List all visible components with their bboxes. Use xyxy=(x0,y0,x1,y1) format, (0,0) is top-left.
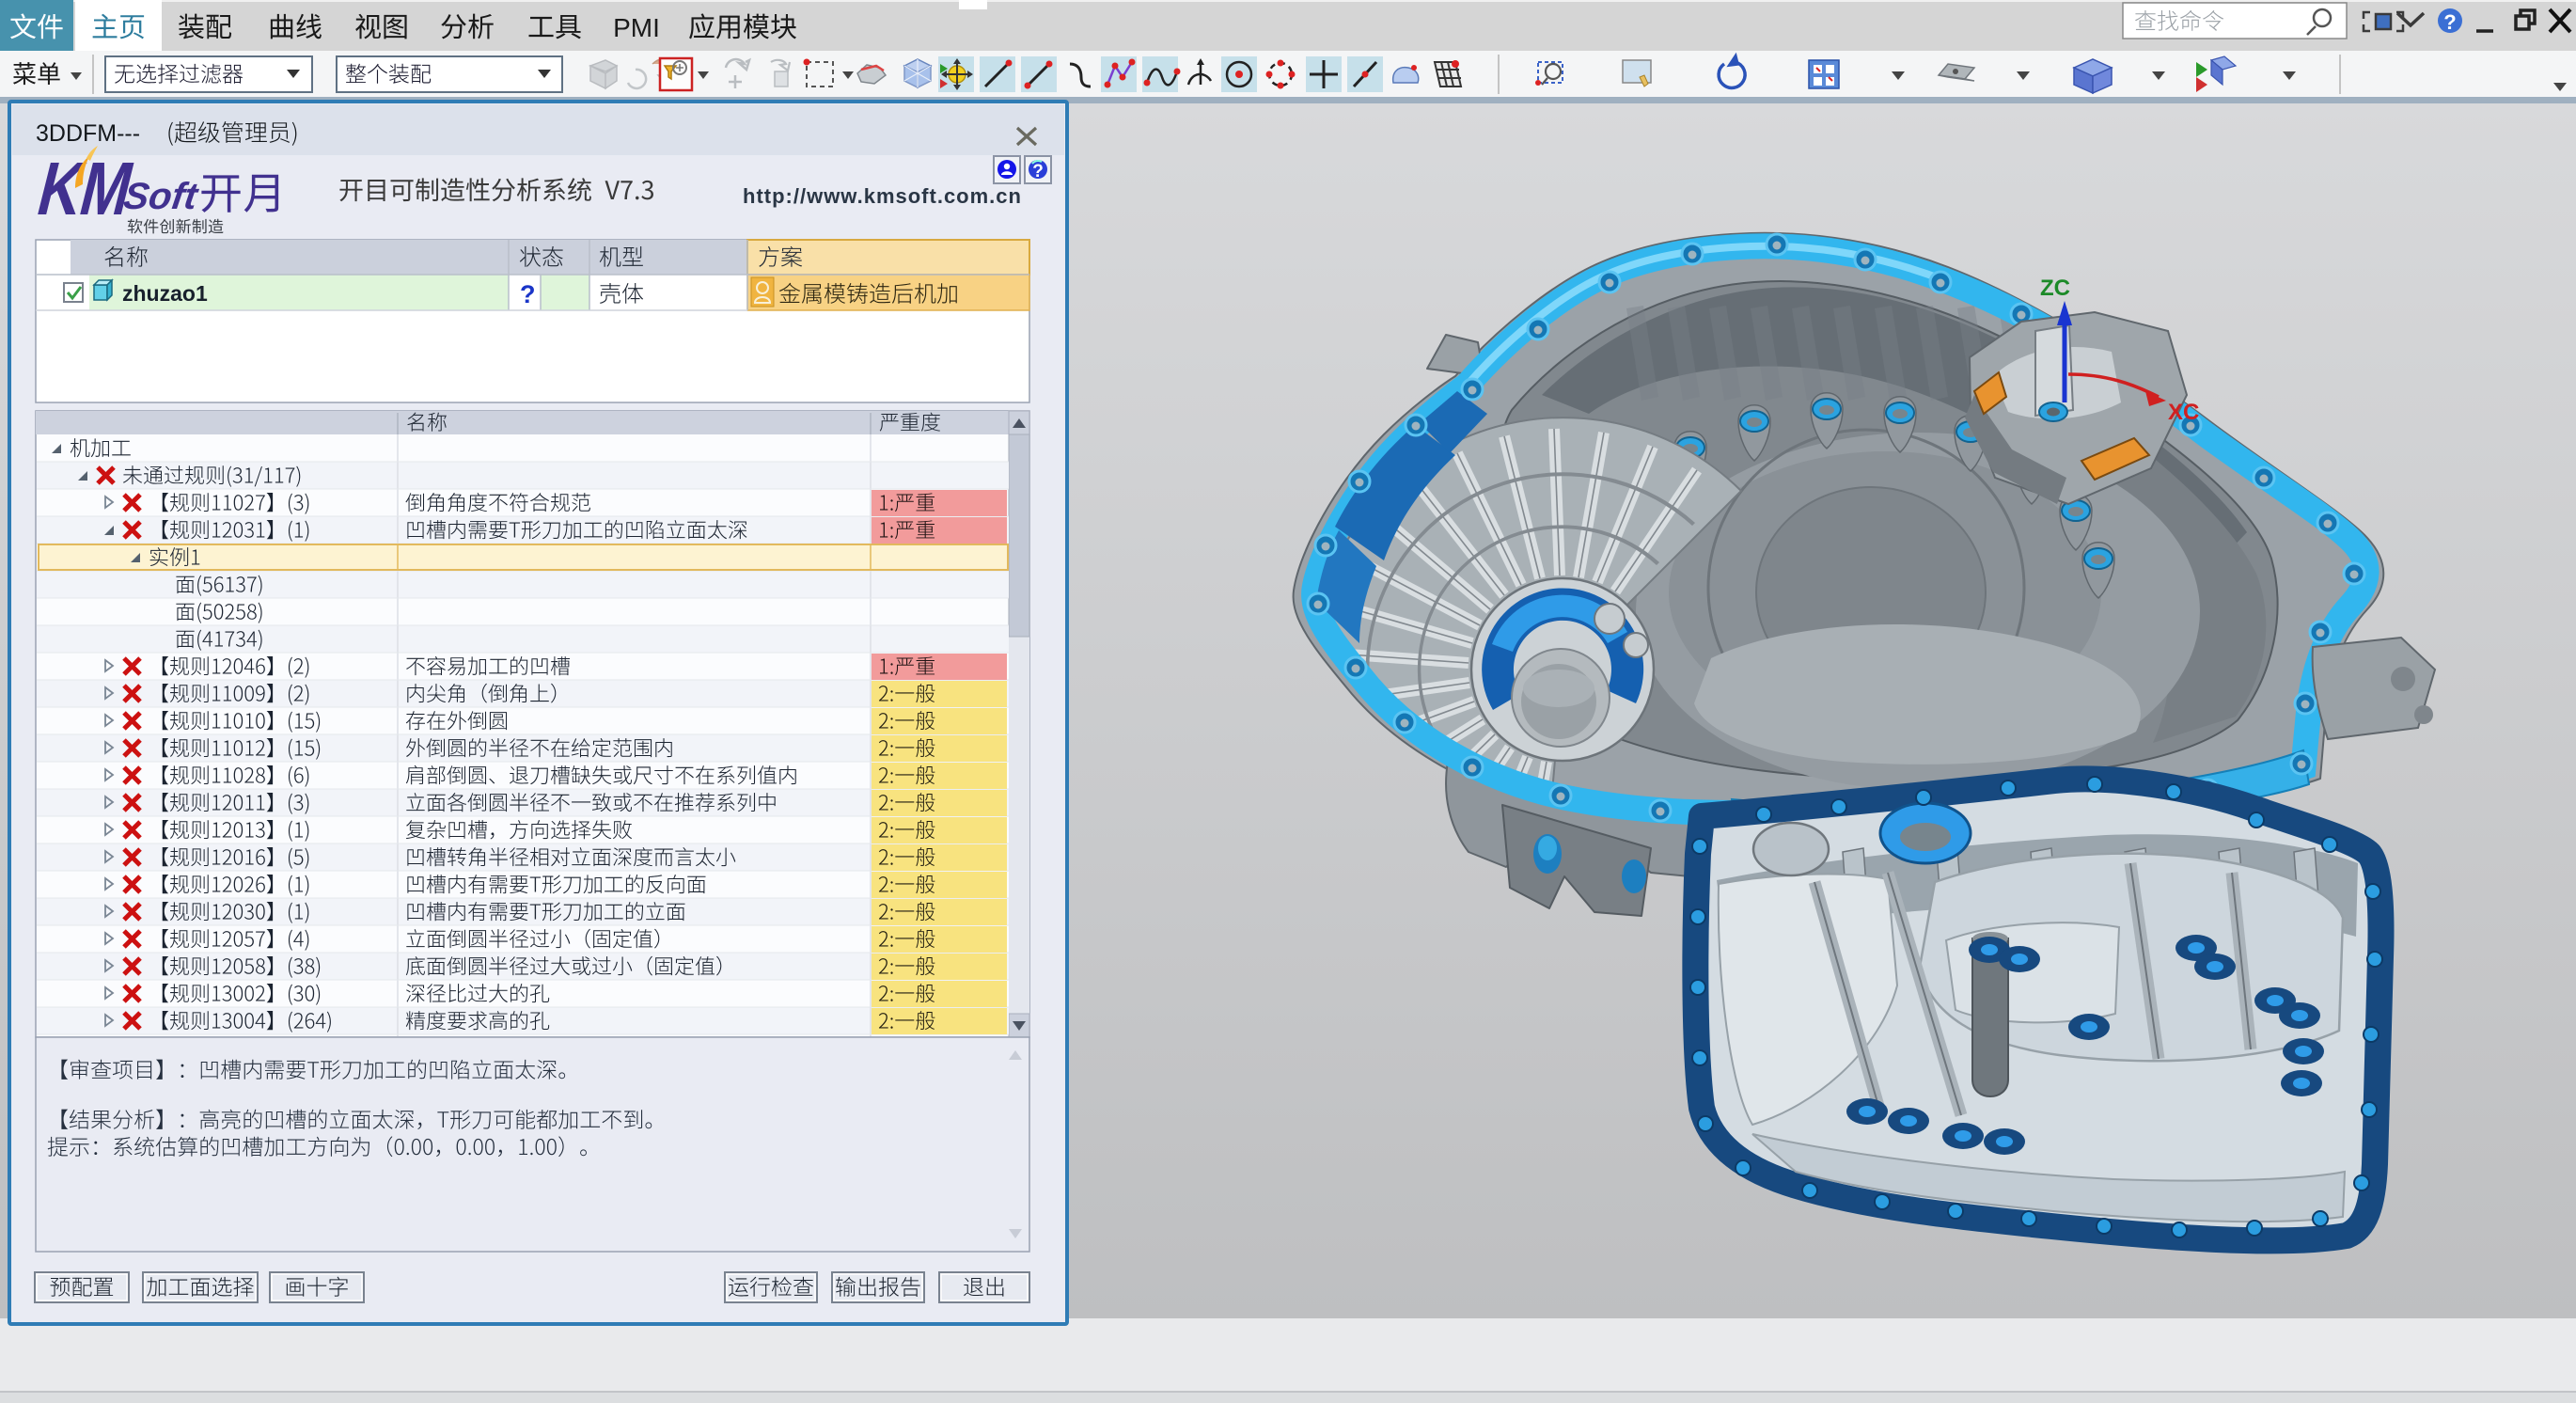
svg-text:?: ? xyxy=(1032,162,1044,181)
svg-text:Soft: Soft xyxy=(121,175,202,217)
svg-text:3DDFM---: 3DDFM--- xyxy=(36,120,140,147)
svg-text:zhuzao1: zhuzao1 xyxy=(122,281,208,306)
svg-text:?: ? xyxy=(2443,10,2456,34)
svg-text:http://www.kmsoft.com.cn: http://www.kmsoft.com.cn xyxy=(743,184,1022,208)
svg-text:?: ? xyxy=(520,280,536,308)
svg-text:ZC: ZC xyxy=(2040,276,2070,301)
svg-text:PMI: PMI xyxy=(613,13,660,42)
svg-text:XC: XC xyxy=(2168,400,2199,425)
